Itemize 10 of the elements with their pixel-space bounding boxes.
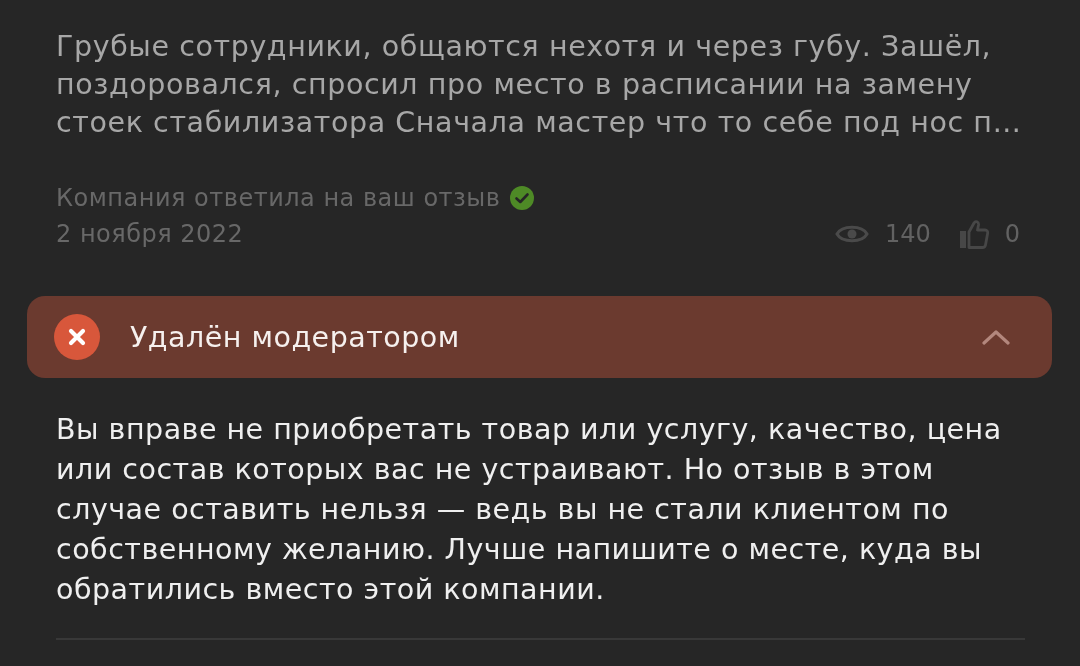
moderation-message: Вы вправе не приобретать товар или услугу, качество, цена или состав которых вас не устраивают. Но отзыв в этом случае оставить нельзя — ведь вы не стали клиентом по собственному желанию. Лучше напишите о месте, куда вы обратились вместо этой компании.	[56, 412, 1003, 608]
x-circle-icon	[54, 314, 100, 360]
view-count: 140	[884, 219, 931, 250]
review-text: Грубые сотрудники, общаются нехотя и через губу. Зашёл, поздоровался, спросил про место в расписании на замену стоек стабилизатора Сначала мастер что то себе под нос п…	[56, 29, 1023, 141]
like-count: 0	[1004, 219, 1020, 250]
review-date: 2 ноября 2022	[56, 219, 244, 250]
reply-status-label: Компания ответила на ваш отзыв	[56, 183, 501, 214]
moderation-banner[interactable]: Удалён модератором	[27, 296, 1052, 378]
thumbs-up-icon[interactable]	[958, 219, 989, 249]
check-icon	[510, 186, 535, 210]
